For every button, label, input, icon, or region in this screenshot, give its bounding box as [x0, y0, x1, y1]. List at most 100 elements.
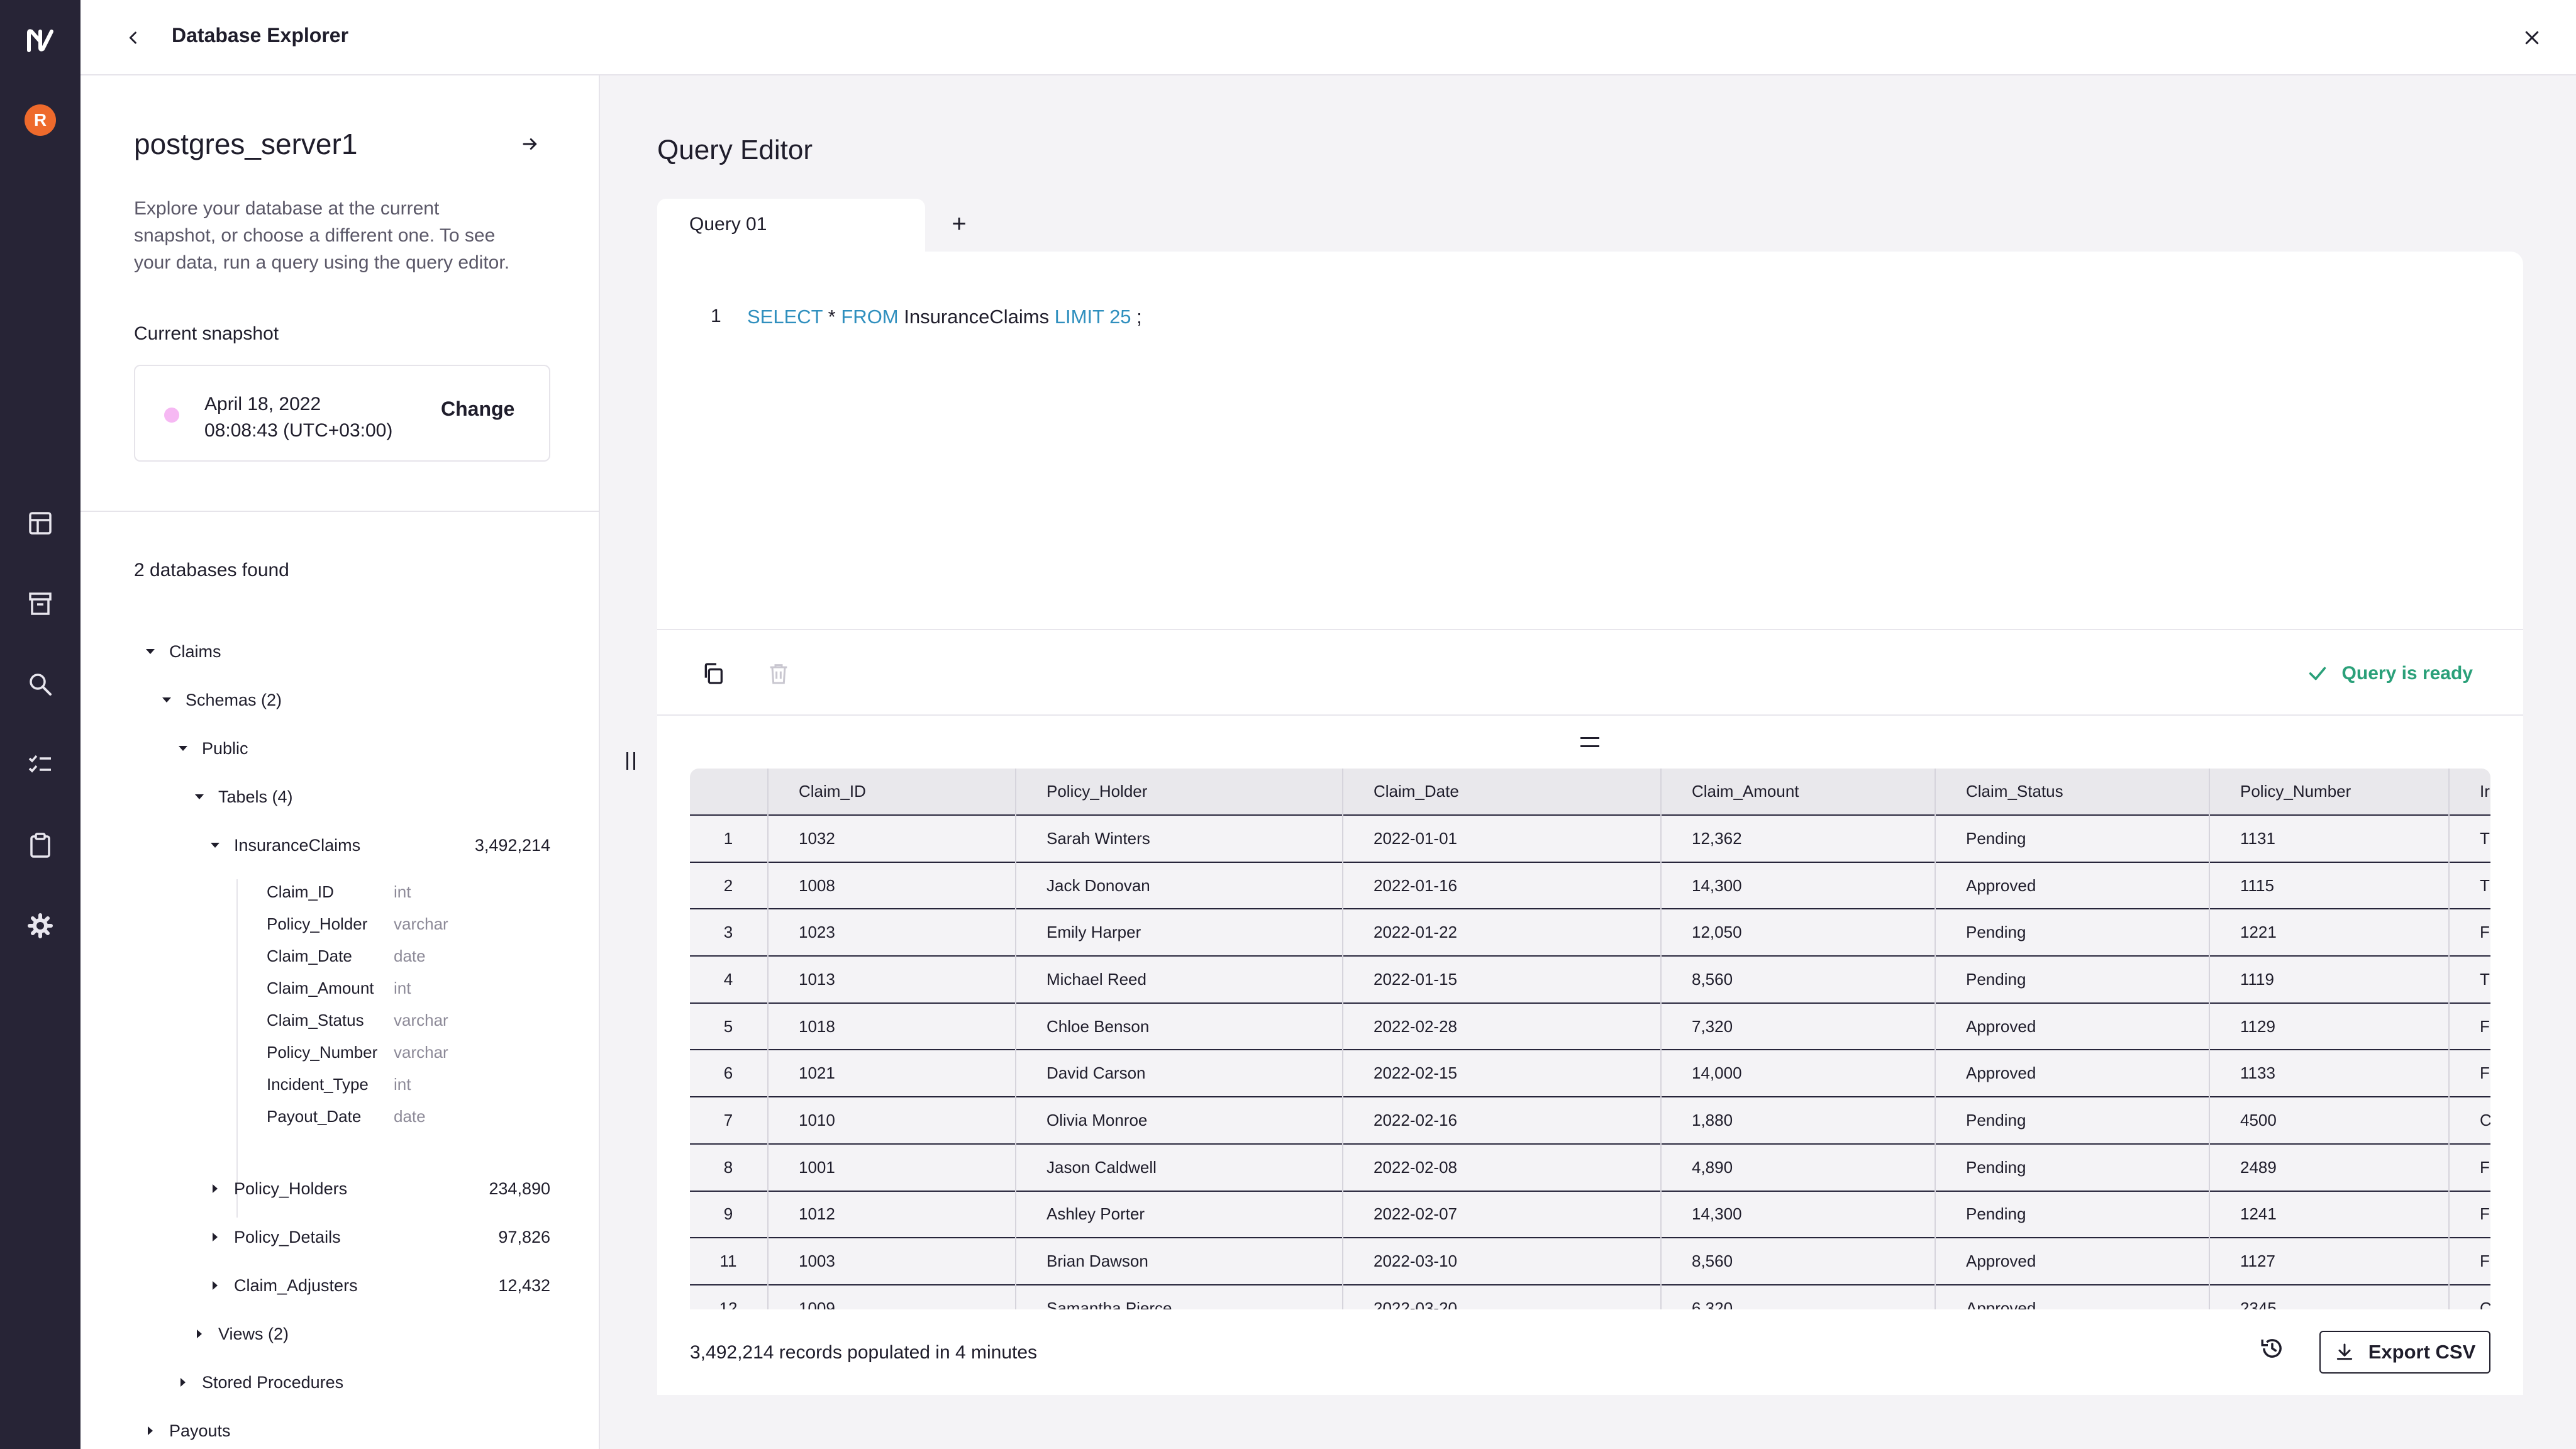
- table-cell[interactable]: 1021: [768, 1049, 1016, 1097]
- table-row[interactable]: 12 1009 Samantha Pierce 2022-03-20 6,320 Appr…: [690, 1284, 2490, 1309]
- table-row[interactable]: 1 1032 Sarah Winters 2022-01-01 12,362 Pendin…: [690, 814, 2490, 862]
- table-cell[interactable]: 2022-03-20: [1343, 1284, 1662, 1309]
- table-cell[interactable]: 1013: [768, 955, 1016, 1003]
- export-csv-button[interactable]: Export CSV: [2319, 1331, 2490, 1374]
- tree-node-claims[interactable]: Claims: [142, 639, 221, 664]
- table-cell[interactable]: 2022-02-08: [1343, 1143, 1662, 1191]
- table-cell[interactable]: 1127: [2209, 1237, 2450, 1285]
- query-history-button[interactable]: [2255, 1331, 2290, 1366]
- table-cell[interactable]: Pending: [1935, 814, 2210, 862]
- table-cell[interactable]: 4500: [2209, 1096, 2450, 1144]
- table-cell[interactable]: Pending: [1935, 1190, 2210, 1238]
- table-cell[interactable]: Pending: [1935, 908, 2210, 957]
- table-cell[interactable]: Sarah Winters: [1016, 814, 1343, 862]
- table-cell[interactable]: 1023: [768, 908, 1016, 957]
- table-row[interactable]: 11 1003 Brian Dawson 2022-03-10 8,560 Approve…: [690, 1237, 2490, 1285]
- table-cell[interactable]: 1,880: [1661, 1096, 1936, 1144]
- table-cell[interactable]: 1129: [2209, 1002, 2450, 1050]
- table-cell[interactable]: 1032: [768, 814, 1016, 862]
- tree-node-insurance-claims[interactable]: InsuranceClaims 3,492,214: [206, 833, 550, 858]
- results-table-container[interactable]: Claim_ID Policy_Holder Claim_Date Claim_…: [690, 769, 2490, 1309]
- table-cell[interactable]: Emily Harper: [1016, 908, 1343, 957]
- archive-icon[interactable]: [23, 586, 58, 621]
- search-icon[interactable]: [23, 667, 58, 702]
- table-row[interactable]: 5 1018 Chloe Benson 2022-02-28 7,320 Approved…: [690, 1002, 2490, 1050]
- user-avatar[interactable]: R: [25, 104, 56, 136]
- table-cell[interactable]: Samantha Pierce: [1016, 1284, 1343, 1309]
- back-button[interactable]: [118, 23, 148, 53]
- close-button[interactable]: [2517, 23, 2547, 53]
- table-cell[interactable]: 14,300: [1661, 861, 1936, 909]
- column-item[interactable]: Incident_Type int: [238, 1072, 489, 1097]
- table-cell[interactable]: T: [2449, 814, 2490, 862]
- table-cell[interactable]: Approved: [1935, 1002, 2210, 1050]
- table-cell[interactable]: C: [2449, 1284, 2490, 1309]
- table-cell[interactable]: 8,560: [1661, 1237, 1936, 1285]
- table-cell[interactable]: 2022-01-16: [1343, 861, 1662, 909]
- tree-node-policy-holders[interactable]: Policy_Holders 234,890: [206, 1176, 550, 1201]
- table-cell[interactable]: T: [2449, 861, 2490, 909]
- table-cell[interactable]: David Carson: [1016, 1049, 1343, 1097]
- table-cell[interactable]: 2489: [2209, 1143, 2450, 1191]
- table-cell[interactable]: 12,050: [1661, 908, 1936, 957]
- tree-node-tables[interactable]: Tabels (4): [191, 784, 293, 809]
- column-header[interactable]: Claim_Status: [1935, 769, 2210, 815]
- column-header[interactable]: Ir: [2449, 769, 2490, 815]
- table-row[interactable]: 7 1010 Olivia Monroe 2022-02-16 1,880 Pending…: [690, 1096, 2490, 1144]
- table-cell[interactable]: Approved: [1935, 1284, 2210, 1309]
- column-item[interactable]: Policy_Number varchar: [238, 1040, 489, 1065]
- brand-logo[interactable]: [23, 23, 58, 58]
- table-cell[interactable]: 1008: [768, 861, 1016, 909]
- table-cell[interactable]: 2022-02-07: [1343, 1190, 1662, 1238]
- table-cell[interactable]: Brian Dawson: [1016, 1237, 1343, 1285]
- code-line[interactable]: SELECT * FROM InsuranceClaims LIMIT 25 ;: [747, 306, 1142, 328]
- table-cell[interactable]: 14,000: [1661, 1049, 1936, 1097]
- table-cell[interactable]: F: [2449, 1143, 2490, 1191]
- table-cell[interactable]: 2022-03-10: [1343, 1237, 1662, 1285]
- change-snapshot-button[interactable]: Change: [441, 397, 514, 421]
- column-item[interactable]: Claim_Date date: [238, 943, 489, 969]
- table-row[interactable]: 9 1012 Ashley Porter 2022-02-07 14,300 Pendin…: [690, 1190, 2490, 1238]
- table-cell[interactable]: 1119: [2209, 955, 2450, 1003]
- table-cell[interactable]: Ashley Porter: [1016, 1190, 1343, 1238]
- tree-node-views[interactable]: Views (2): [191, 1321, 289, 1346]
- table-cell[interactable]: 2022-01-22: [1343, 908, 1662, 957]
- table-cell[interactable]: 14,300: [1661, 1190, 1936, 1238]
- table-row[interactable]: 4 1013 Michael Reed 2022-01-15 8,560 Pending 1…: [690, 955, 2490, 1003]
- table-cell[interactable]: 1133: [2209, 1049, 2450, 1097]
- settings-gear-icon[interactable]: [23, 908, 58, 943]
- table-cell[interactable]: Pending: [1935, 955, 2210, 1003]
- table-cell[interactable]: 1009: [768, 1284, 1016, 1309]
- add-tab-button[interactable]: +: [947, 210, 972, 238]
- tree-node-policy-details[interactable]: Policy_Details 97,826: [206, 1224, 550, 1250]
- table-cell[interactable]: 1115: [2209, 861, 2450, 909]
- table-cell[interactable]: F: [2449, 908, 2490, 957]
- column-header[interactable]: Claim_ID: [768, 769, 1016, 815]
- table-cell[interactable]: F: [2449, 1049, 2490, 1097]
- table-cell[interactable]: 8,560: [1661, 955, 1936, 1003]
- table-cell[interactable]: 2345: [2209, 1284, 2450, 1309]
- results-resize-handle[interactable]: [1580, 737, 1599, 747]
- column-header[interactable]: Policy_Holder: [1016, 769, 1343, 815]
- table-cell[interactable]: 1241: [2209, 1190, 2450, 1238]
- table-cell[interactable]: F: [2449, 1237, 2490, 1285]
- column-header[interactable]: Claim_Amount: [1661, 769, 1936, 815]
- table-row[interactable]: 8 1001 Jason Caldwell 2022-02-08 4,890 Pendin…: [690, 1143, 2490, 1191]
- code-editor[interactable]: 1 SELECT * FROM InsuranceClaims LIMIT 25…: [657, 252, 2523, 629]
- table-cell[interactable]: 1003: [768, 1237, 1016, 1285]
- copy-query-button[interactable]: [697, 658, 729, 689]
- table-cell[interactable]: 1012: [768, 1190, 1016, 1238]
- table-cell[interactable]: C: [2449, 1096, 2490, 1144]
- table-cell[interactable]: 12,362: [1661, 814, 1936, 862]
- tree-node-stored-procedures[interactable]: Stored Procedures: [174, 1370, 343, 1395]
- table-row[interactable]: 3 1023 Emily Harper 2022-01-22 12,050 Pending…: [690, 908, 2490, 957]
- delete-query-button[interactable]: [763, 658, 794, 689]
- table-cell[interactable]: F: [2449, 1190, 2490, 1238]
- table-cell[interactable]: 2022-01-15: [1343, 955, 1662, 1003]
- panel-resize-handle[interactable]: [626, 752, 635, 770]
- table-cell[interactable]: 2022-02-16: [1343, 1096, 1662, 1144]
- column-header[interactable]: Claim_Date: [1343, 769, 1662, 815]
- tab-query-01[interactable]: Query 01: [657, 199, 925, 253]
- table-cell[interactable]: Chloe Benson: [1016, 1002, 1343, 1050]
- column-item[interactable]: Claim_Status varchar: [238, 1008, 489, 1033]
